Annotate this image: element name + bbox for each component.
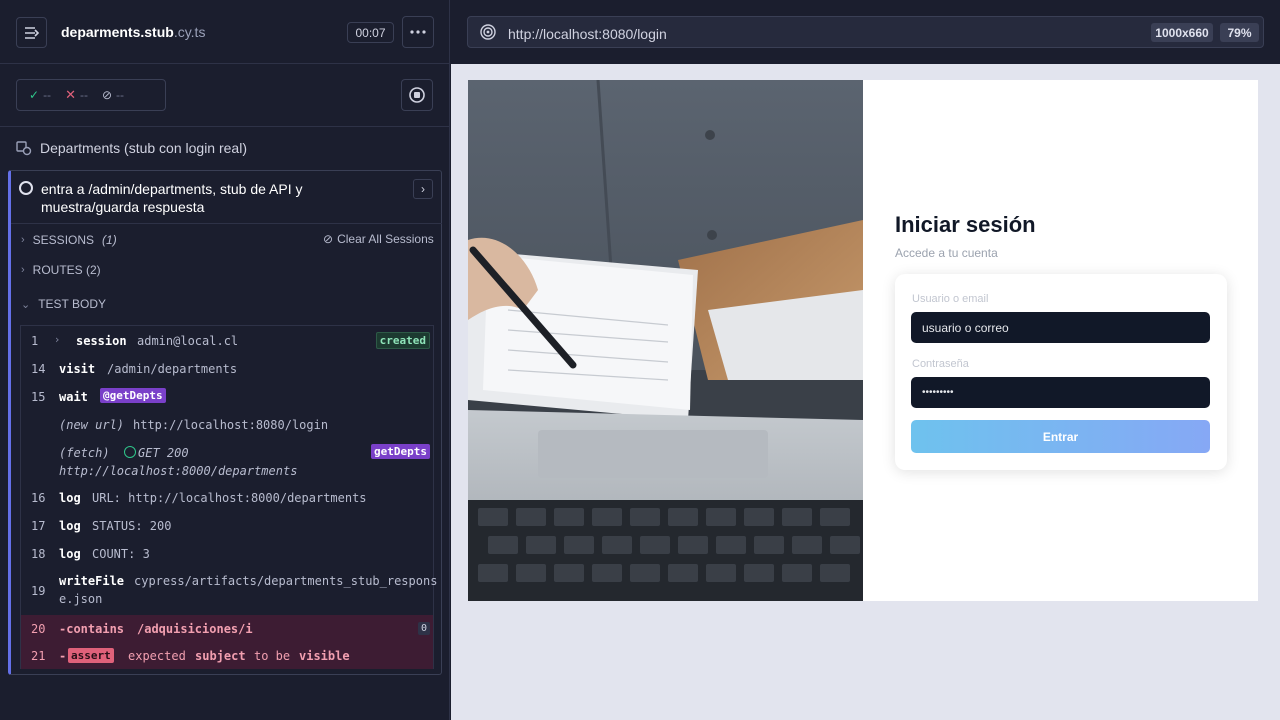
username-label: Usuario o email (912, 293, 989, 305)
pending-icon: ⊘ (101, 88, 113, 102)
count-badge: 0 (417, 622, 430, 635)
command-log-panel: deparments.stub.cy.ts 00:07 ✓ -- ✕ -- ⊘ … (0, 0, 450, 720)
stats-bar: ✓ -- ✕ -- ⊘ -- (0, 64, 450, 127)
url-bar[interactable]: http://localhost:8080/login 1000x660 79% (467, 16, 1264, 48)
command-row[interactable]: 16 log URL: http://localhost:8000/depart… (21, 484, 433, 512)
app-preview-panel: http://localhost:8080/login 1000x660 79% (451, 0, 1280, 720)
alias-badge: @getDepts (100, 388, 166, 403)
command-row[interactable]: 14 visit /admin/departments (21, 354, 433, 382)
test-title: entra a /admin/departments, stub de API … (41, 181, 303, 215)
status-badge: created (375, 332, 430, 349)
login-title: Iniciar sesión (895, 212, 1036, 237)
x-icon: ✕ (65, 87, 76, 102)
spec-filename: deparments.stub.cy.ts (61, 24, 206, 40)
clear-all-sessions-button[interactable]: ⊘ Clear All Sessions (323, 232, 434, 246)
command-row[interactable]: (new url) http://localhost:8080/login (21, 410, 433, 438)
command-row[interactable]: 1 › session admin@local.cl created (21, 326, 433, 354)
no-entry-icon: ⊘ (323, 232, 334, 246)
command-row-failed[interactable]: 21 - assert expected subject to be visib… (21, 642, 433, 669)
ellipsis-icon (410, 30, 426, 34)
test-header[interactable]: entra a /admin/departments, stub de API … (11, 171, 442, 224)
check-icon: ✓ (29, 88, 40, 102)
zoom-badge[interactable]: 79% (1220, 23, 1259, 42)
running-status-icon (19, 181, 33, 195)
url-text: http://localhost:8080/login (508, 26, 667, 42)
login-submit-button[interactable]: Entrar (911, 420, 1210, 453)
username-input[interactable]: usuario o correo (911, 312, 1210, 343)
chevron-down-icon: ⌄ (21, 298, 31, 311)
sessions-section[interactable]: › SESSIONS (1) (21, 233, 117, 247)
login-form-container: Iniciar sesión Accede a tu cuenta Usuari… (895, 212, 1227, 470)
command-row[interactable]: 17 log STATUS: 200 (21, 512, 433, 540)
run-timer: 00:07 (347, 22, 394, 43)
alias-badge: getDepts (371, 444, 430, 459)
open-in-ide-button[interactable]: › (413, 179, 433, 199)
command-row-failed[interactable]: 20 -contains /adquisiciones/i 0 (21, 615, 433, 642)
command-row[interactable]: 18 log COUNT: 3 (21, 540, 433, 568)
command-list: 1 › session admin@local.cl created 14 vi… (20, 325, 437, 669)
more-options-button[interactable] (402, 16, 434, 48)
stop-run-button[interactable] (401, 79, 433, 111)
chevron-right-icon: › (21, 234, 25, 246)
login-subtitle: Accede a tu cuenta (895, 246, 998, 260)
assert-badge: assert (68, 648, 114, 663)
app-viewport: Iniciar sesión Accede a tu cuenta Usuari… (468, 80, 1258, 601)
toggle-specs-button[interactable] (16, 17, 47, 48)
test-item: entra a /admin/departments, stub de API … (8, 170, 442, 675)
url-bar-container: http://localhost:8080/login 1000x660 79% (451, 0, 1280, 64)
chevron-right-icon: › (55, 333, 60, 346)
pending-stat: ⊘ -- (101, 88, 125, 102)
suite-icon (16, 141, 32, 156)
chevron-right-icon: › (21, 264, 25, 276)
chevron-right-icon: › (421, 182, 425, 196)
command-row[interactable]: (fetch) GET 200 getDepts http://localhos… (21, 438, 433, 484)
failed-stat: ✕ -- (65, 87, 88, 102)
login-card: Usuario o email usuario o correo Contras… (895, 274, 1227, 470)
runner-header: deparments.stub.cy.ts 00:07 (0, 0, 450, 64)
specs-list-icon (24, 26, 39, 39)
password-input[interactable]: ••••••••• (911, 377, 1210, 408)
routes-section[interactable]: › ROUTES (2) (21, 263, 101, 277)
passed-stat: ✓ -- (29, 88, 52, 102)
suite-title[interactable]: Departments (stub con login real) (16, 140, 247, 156)
viewport-size-badge[interactable]: 1000x660 (1151, 23, 1213, 42)
circle-status-icon (124, 446, 136, 458)
hero-photo (468, 80, 863, 601)
command-row[interactable]: 19 writeFile cypress/artifacts/departmen… (21, 568, 437, 614)
command-row[interactable]: 15 wait @getDepts (21, 382, 433, 410)
login-hero-image (468, 80, 863, 601)
stop-icon (409, 87, 425, 103)
test-stats: ✓ -- ✕ -- ⊘ -- (16, 79, 166, 111)
password-label: Contraseña (912, 358, 969, 370)
test-body-section[interactable]: ⌄ TEST BODY (21, 297, 106, 311)
selector-playground-icon[interactable] (480, 24, 496, 40)
